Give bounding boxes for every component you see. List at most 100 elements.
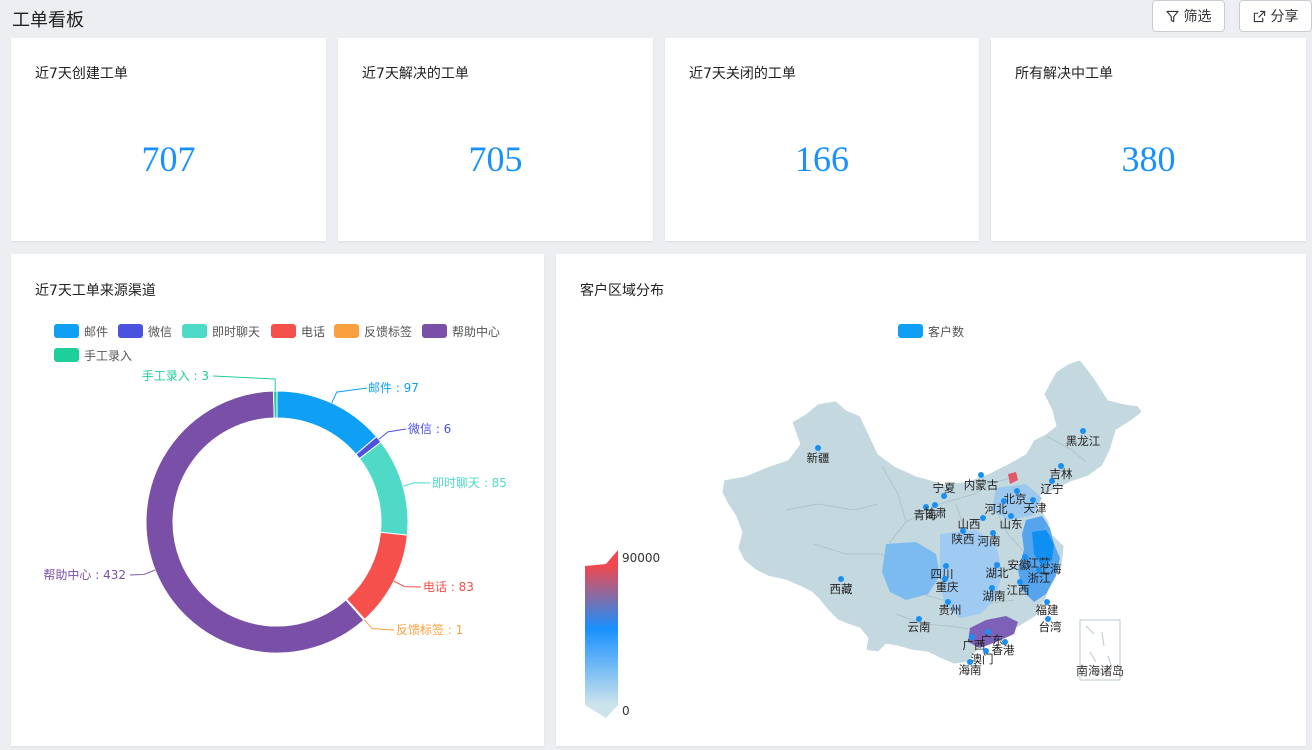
province-label: 内蒙古 [964, 478, 999, 492]
province-dot[interactable] [980, 515, 986, 521]
legend-item[interactable]: 手工录入 [54, 348, 132, 363]
donut-slice[interactable] [358, 441, 409, 536]
label-leader-line [129, 569, 156, 576]
metric-value: 380 [1121, 139, 1176, 179]
legend-swatch [271, 324, 296, 338]
legend-item[interactable]: 即时聊天 [182, 324, 260, 339]
label-leader-line [393, 580, 422, 588]
visual-map-min: 0 [622, 704, 630, 718]
legend-swatch [182, 324, 207, 338]
legend-swatch [118, 324, 143, 338]
donut-slice[interactable] [276, 390, 378, 456]
donut-slice[interactable] [272, 390, 278, 419]
province-point[interactable]: 台湾 [1039, 616, 1062, 634]
province-label: 云南 [908, 620, 931, 634]
filter-button-label: 筛选 [1183, 9, 1212, 25]
map-legend-item[interactable]: 客户数 [898, 324, 964, 339]
external-link-icon [1253, 10, 1265, 22]
province-label: 江西 [1007, 583, 1030, 597]
province-label: 黑龙江 [1066, 434, 1101, 448]
legend-swatch [898, 324, 923, 338]
label-leader-line [363, 619, 395, 631]
inset-label: 南海诸岛 [1076, 663, 1124, 678]
metric-value: 705 [468, 139, 523, 179]
legend-label: 即时聊天 [212, 325, 260, 339]
page-header: 工单看板 筛选 分享 [0, 0, 1312, 34]
legend-item[interactable]: 微信 [118, 324, 172, 339]
filter-icon [1165, 10, 1179, 22]
legend-label: 邮件 [84, 325, 108, 339]
slice-label: 帮助中心 : 432 [43, 567, 126, 582]
map-legend-label: 客户数 [928, 324, 964, 339]
source-channel-card: 近7天工单来源渠道 邮件 微信 即时聊天 电话 反馈标签 帮助中心 手工录入 邮件 : 97… [11, 254, 544, 746]
legend-item[interactable]: 反馈标签 [334, 324, 412, 339]
legend-label: 电话 [301, 325, 325, 339]
share-button[interactable]: 分享 [1239, 0, 1312, 32]
page-title: 工单看板 [12, 10, 84, 31]
label-leader-line [378, 428, 407, 440]
legend-item[interactable]: 电话 [271, 324, 325, 339]
legend-swatch [54, 324, 79, 338]
filter-button[interactable]: 筛选 [1152, 0, 1225, 32]
province-label: 福建 [1036, 603, 1059, 617]
province-label: 辽宁 [1041, 482, 1064, 496]
legend-label: 微信 [148, 325, 172, 339]
metric-card-closed: 近7天关闭的工单 166 [665, 38, 979, 241]
legend-label: 帮助中心 [452, 324, 500, 339]
slice-label: 邮件 : 97 [368, 381, 419, 395]
visual-map-bottom-handle[interactable] [585, 705, 618, 718]
metric-title: 近7天解决的工单 [362, 66, 469, 82]
slice-label: 即时聊天 : 85 [432, 476, 507, 490]
legend-swatch [422, 324, 447, 338]
metric-card-in-progress: 所有解决中工单 380 [991, 38, 1306, 241]
metric-title: 所有解决中工单 [1015, 66, 1113, 82]
slice-label: 微信 : 6 [408, 422, 451, 436]
province-label: 新疆 [807, 451, 830, 465]
legend-swatch [54, 348, 79, 362]
province-label: 香港 [992, 643, 1015, 657]
slice-label: 手工录入 : 3 [142, 369, 209, 383]
source-donut-chart: 邮件 微信 即时聊天 电话 反馈标签 帮助中心手工录入 邮件 : 97 微信 : 6 即时聊天… [43, 324, 507, 654]
metric-value: 707 [141, 139, 196, 179]
label-leader-line [331, 387, 368, 404]
metric-value: 166 [795, 139, 849, 179]
metric-card-created: 近7天创建工单 707 [11, 38, 326, 241]
province-label: 重庆 [936, 580, 959, 594]
metric-card-resolved: 近7天解决的工单 705 [338, 38, 653, 241]
province-label: 湖北 [986, 566, 1009, 580]
label-leader-line [212, 375, 276, 392]
province-label: 宁夏 [933, 481, 956, 495]
share-button-label: 分享 [1270, 9, 1299, 25]
province-label: 河北 [985, 502, 1008, 516]
metric-title: 近7天创建工单 [35, 66, 128, 82]
province-label: 湖南 [983, 589, 1006, 603]
donut-slice[interactable] [345, 531, 408, 621]
slice-label: 电话 : 83 [423, 580, 474, 594]
visual-map-bar [585, 566, 618, 705]
slice-label: 反馈标签 : 1 [396, 622, 463, 637]
china-map-chart: 客户数 南海诸岛 新疆西藏青海甘肃宁夏 内蒙古黑龙江吉林辽宁北京天津河北山西 山… [585, 324, 1143, 718]
province-label: 四川 [931, 567, 954, 581]
legend-item[interactable]: 帮助中心 [422, 324, 500, 339]
donut-slices [145, 390, 409, 654]
province-label: 甘肃 [924, 506, 947, 520]
south-china-sea-inset: 南海诸岛 [1076, 619, 1124, 681]
legend-item[interactable]: 邮件 [54, 324, 108, 339]
province-label: 浙江 [1028, 571, 1051, 585]
donut-legend: 邮件 微信 即时聊天 电话 反馈标签 帮助中心手工录入 [54, 324, 500, 363]
legend-swatch [334, 324, 359, 338]
customer-region-card: 客户区域分布 客户数 南海诸岛 新疆 西藏 青海 甘肃 宁夏 内蒙古 黑龙江 吉… [556, 254, 1306, 746]
province-label: 西藏 [830, 582, 853, 596]
visual-map-top-handle[interactable] [585, 550, 618, 566]
visual-map-max: 90000 [622, 551, 660, 565]
label-leader-line [402, 482, 431, 487]
province-label: 海南 [959, 663, 982, 677]
province-label: 陕西 [952, 532, 975, 546]
province-label: 天津 [1024, 501, 1047, 515]
province-label: 贵州 [939, 603, 962, 617]
province-label: 山东 [1000, 517, 1023, 531]
legend-label: 手工录入 [84, 349, 132, 363]
legend-label: 反馈标签 [364, 324, 412, 339]
visual-map[interactable]: 90000 0 [585, 550, 660, 718]
province-label: 台湾 [1039, 620, 1062, 634]
